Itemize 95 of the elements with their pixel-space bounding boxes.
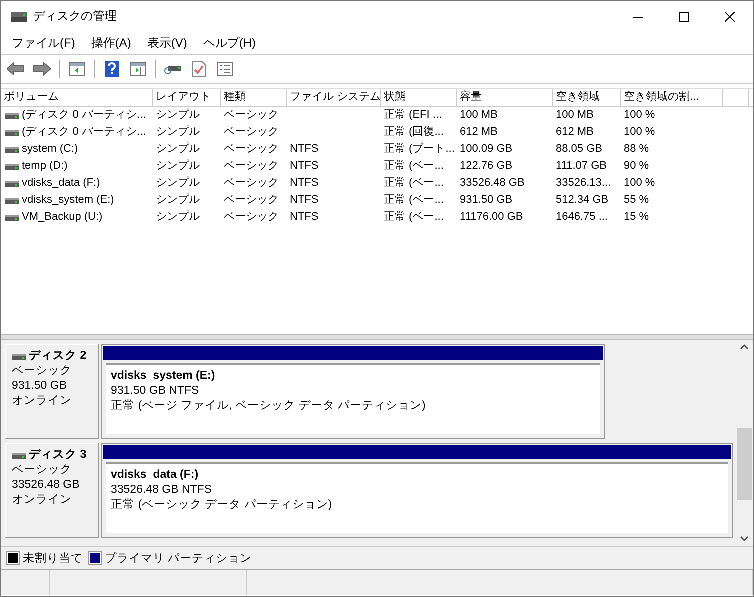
table-cell-text: ベーシック [223,211,280,223]
table-cell-text: 612 MB [459,126,499,138]
table-cell-text: 正常 (ベー... [383,211,445,223]
column-header[interactable]: ボリューム [1,89,153,106]
menu-item[interactable]: 操作(A) [83,32,140,54]
disk-type: ベーシック [12,364,73,379]
table-cell-text: 512.34 GB [555,194,610,206]
drive-icon [5,162,19,170]
table-cell-text: 100 MB [459,109,499,121]
menu-item[interactable]: ファイル(F) [4,32,84,54]
table-cell-text: (ディスク 0 パーティシ... [22,108,146,123]
table-cell-text: 正常 (ベー... [383,160,445,172]
partition-status: 正常 (ページ ファイル, ベーシック データ パーティション) [111,399,426,414]
table-cell-text: NTFS [289,160,320,172]
partition-block[interactable]: vdisks_system (E:) 931.50 GB NTFS 正常 (ページ ファイル, ベーシック データ パーティション) [101,344,605,439]
column-header[interactable]: 状態 [381,89,457,106]
table-cell-text: temp (D:) [22,159,68,174]
table-cell-text: vdisks_data (F:) [22,176,100,191]
table-cell-text: ベーシック [223,126,280,138]
partition-block[interactable]: vdisks_data (F:) 33526.48 GB NTFS 正常 (ベーシック データ パーティション) [101,443,733,538]
table-cell-text: 100 % [623,109,656,121]
maximize-icon [679,12,689,22]
table-cell-text: 122.76 GB [459,160,514,172]
partition-name: vdisks_data (F:) [111,468,199,483]
table-cell-text: シンプル [155,109,201,121]
table-cell-text: 88.05 GB [555,143,604,155]
scroll-up-icon[interactable] [740,344,749,350]
table-cell-text: ベーシック [223,177,280,189]
table-cell-text: シンプル [155,160,201,172]
table-cell-text: 55 % [623,194,650,206]
table-cell-text: 33526.48 GB [459,177,526,189]
drive-icon [5,112,19,120]
menu-item[interactable]: 表示(V) [139,32,196,54]
table-cell-text: (ディスク 0 パーティシ... [22,125,146,140]
table-cell-text: ベーシック [223,160,280,172]
table-cell-text: 正常 (回復... [383,126,445,138]
table-cell-text: ベーシック [223,143,280,155]
close-icon [725,12,735,22]
disk-name: ディスク 2 [29,349,87,364]
column-header[interactable]: 容量 [457,89,553,106]
table-cell-text: 931.50 GB [459,194,514,206]
drive-icon [5,214,19,222]
table-cell-text: 正常 (ベー... [383,194,445,206]
legend-label: 未割り当て [23,552,83,566]
table-cell-text: NTFS [289,194,320,206]
table-cell-text: VM_Backup (U:) [22,210,103,225]
table-cell-text: NTFS [289,143,320,155]
table-cell-text: シンプル [155,177,201,189]
window-title: ディスクの管理 [33,8,118,25]
legend-label: プライマリ パーティション [105,551,252,566]
table-cell-text: ベーシック [223,194,280,206]
drive-icon [5,196,19,204]
disk-type: ベーシック [12,463,73,478]
table-cell-text: 33526.13... [555,177,612,189]
table-cell-text: 90 % [623,160,650,172]
drive-icon [5,128,19,136]
partition-size: 33526.48 GB NTFS [111,483,212,498]
disk-name: ディスク 3 [29,448,87,463]
table-cell-text: 15 % [623,211,650,223]
drive-icon [11,10,27,22]
table-cell-text: 111.07 GB [555,160,608,172]
partition-status: 正常 (ベーシック データ パーティション) [111,498,332,513]
table-cell-text: ベーシック [223,109,280,121]
drive-icon [12,452,26,460]
table-cell-text: NTFS [289,211,320,223]
table-cell-text: シンプル [155,143,201,155]
column-header[interactable]: 種類 [221,89,287,106]
table-cell-text: 100.09 GB [459,143,514,155]
table-cell-text: 612 MB [555,126,595,138]
drive-icon [5,180,19,188]
table-cell-text: シンプル [155,126,201,138]
table-cell-text: シンプル [155,194,201,206]
disk-size: 33526.48 GB [12,478,81,493]
table-cell-text: system (C:) [22,142,78,157]
disk-status: オンライン [12,493,73,508]
partition-size: 931.50 GB NTFS [111,384,200,399]
drive-icon [12,352,26,360]
table-cell-text: 100 % [623,126,656,138]
disk-size: 931.50 GB [12,379,68,394]
table-cell-text: シンプル [155,211,201,223]
menu-item[interactable]: ヘルプ(H) [195,32,264,54]
table-cell-text: 11176.00 GB [459,211,524,223]
table-cell-text: 88 % [623,143,650,155]
scroll-down-icon[interactable] [740,536,749,542]
drive-icon [5,146,19,154]
disk-status: オンライン [12,394,73,409]
table-cell-text: 正常 (ブート... [383,143,456,155]
table-cell-text: 1646.75 ... [555,211,609,223]
table-cell-text: vdisks_system (E:) [22,193,114,208]
table-cell-text: NTFS [289,177,320,189]
table-cell-text: 100 MB [555,109,595,121]
partition-name: vdisks_system (E:) [111,369,216,384]
table-cell-text: 100 % [623,177,656,189]
table-cell-text: 正常 (ベー... [383,177,445,189]
table-cell-text: 正常 (EFI ... [383,109,444,121]
